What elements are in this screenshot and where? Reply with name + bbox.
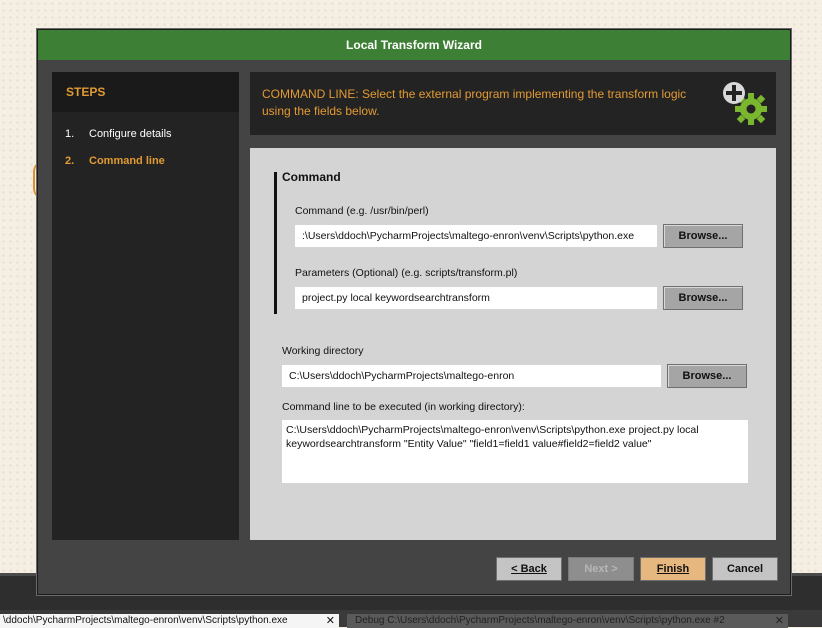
command-label: Command (e.g. /usr/bin/perl) (295, 205, 429, 217)
step-configure-details: 1. Configure details (65, 128, 172, 140)
command-form: Command Command (e.g. /usr/bin/perl) :\U… (250, 148, 776, 540)
step-label: Command line (89, 155, 165, 167)
background-tab-debug[interactable]: Debug C:\Users\ddoch\PycharmProjects\mal… (347, 614, 788, 628)
browse-working-directory-button[interactable]: Browse... (667, 364, 747, 388)
back-button[interactable]: < Back (496, 557, 562, 581)
browse-command-button[interactable]: Browse... (663, 224, 743, 248)
browse-parameters-button[interactable]: Browse... (663, 286, 743, 310)
steps-title: STEPS (52, 72, 239, 112)
command-section-title: Command (282, 170, 341, 184)
add-gear-icon (723, 82, 767, 125)
working-directory-input[interactable]: C:\Users\ddoch\PycharmProjects\maltego-e… (282, 365, 661, 387)
dialog-title: Local Transform Wizard (38, 30, 790, 60)
background-tab-strip: \ddoch\PycharmProjects\maltego-enron\ven… (0, 610, 822, 628)
cancel-button[interactable]: Cancel (712, 557, 778, 581)
step-number: 1. (65, 128, 75, 140)
working-directory-label: Working directory (282, 345, 364, 357)
step-number: 2. (65, 155, 75, 167)
section-divider (274, 172, 277, 314)
back-button-label: < Back (511, 563, 547, 575)
parameters-label: Parameters (Optional) (e.g. scripts/tran… (295, 267, 518, 279)
next-button[interactable]: Next > (568, 557, 634, 581)
close-icon[interactable]: ✕ (775, 614, 784, 628)
command-line-label: Command line to be executed (in working … (282, 401, 525, 413)
background-tab-label: Debug C:\Users\ddoch\PycharmProjects\mal… (355, 615, 725, 626)
finish-button[interactable]: Finish (640, 557, 706, 581)
close-icon[interactable]: ✕ (326, 614, 335, 628)
finish-button-label: Finish (656, 563, 690, 575)
step-label: Configure details (89, 128, 172, 140)
step-command-line: 2. Command line (65, 155, 165, 167)
step-description: COMMAND LINE: Select the external progra… (262, 87, 687, 118)
background-tab-run[interactable]: \ddoch\PycharmProjects\maltego-enron\ven… (0, 614, 339, 628)
wizard-dialog: Local Transform Wizard STEPS 1. Configure… (37, 29, 791, 595)
command-line-preview[interactable]: C:\Users\ddoch\PycharmProjects\maltego-e… (282, 420, 748, 483)
parameters-input[interactable]: project.py local keywordsearchtransform (295, 287, 657, 309)
background-tab-label: \ddoch\PycharmProjects\maltego-enron\ven… (3, 615, 288, 626)
step-header: COMMAND LINE: Select the external progra… (250, 72, 776, 135)
steps-panel: STEPS 1. Configure details 2. Command line (52, 72, 239, 540)
command-input[interactable]: :\Users\ddoch\PycharmProjects\maltego-en… (295, 225, 657, 247)
